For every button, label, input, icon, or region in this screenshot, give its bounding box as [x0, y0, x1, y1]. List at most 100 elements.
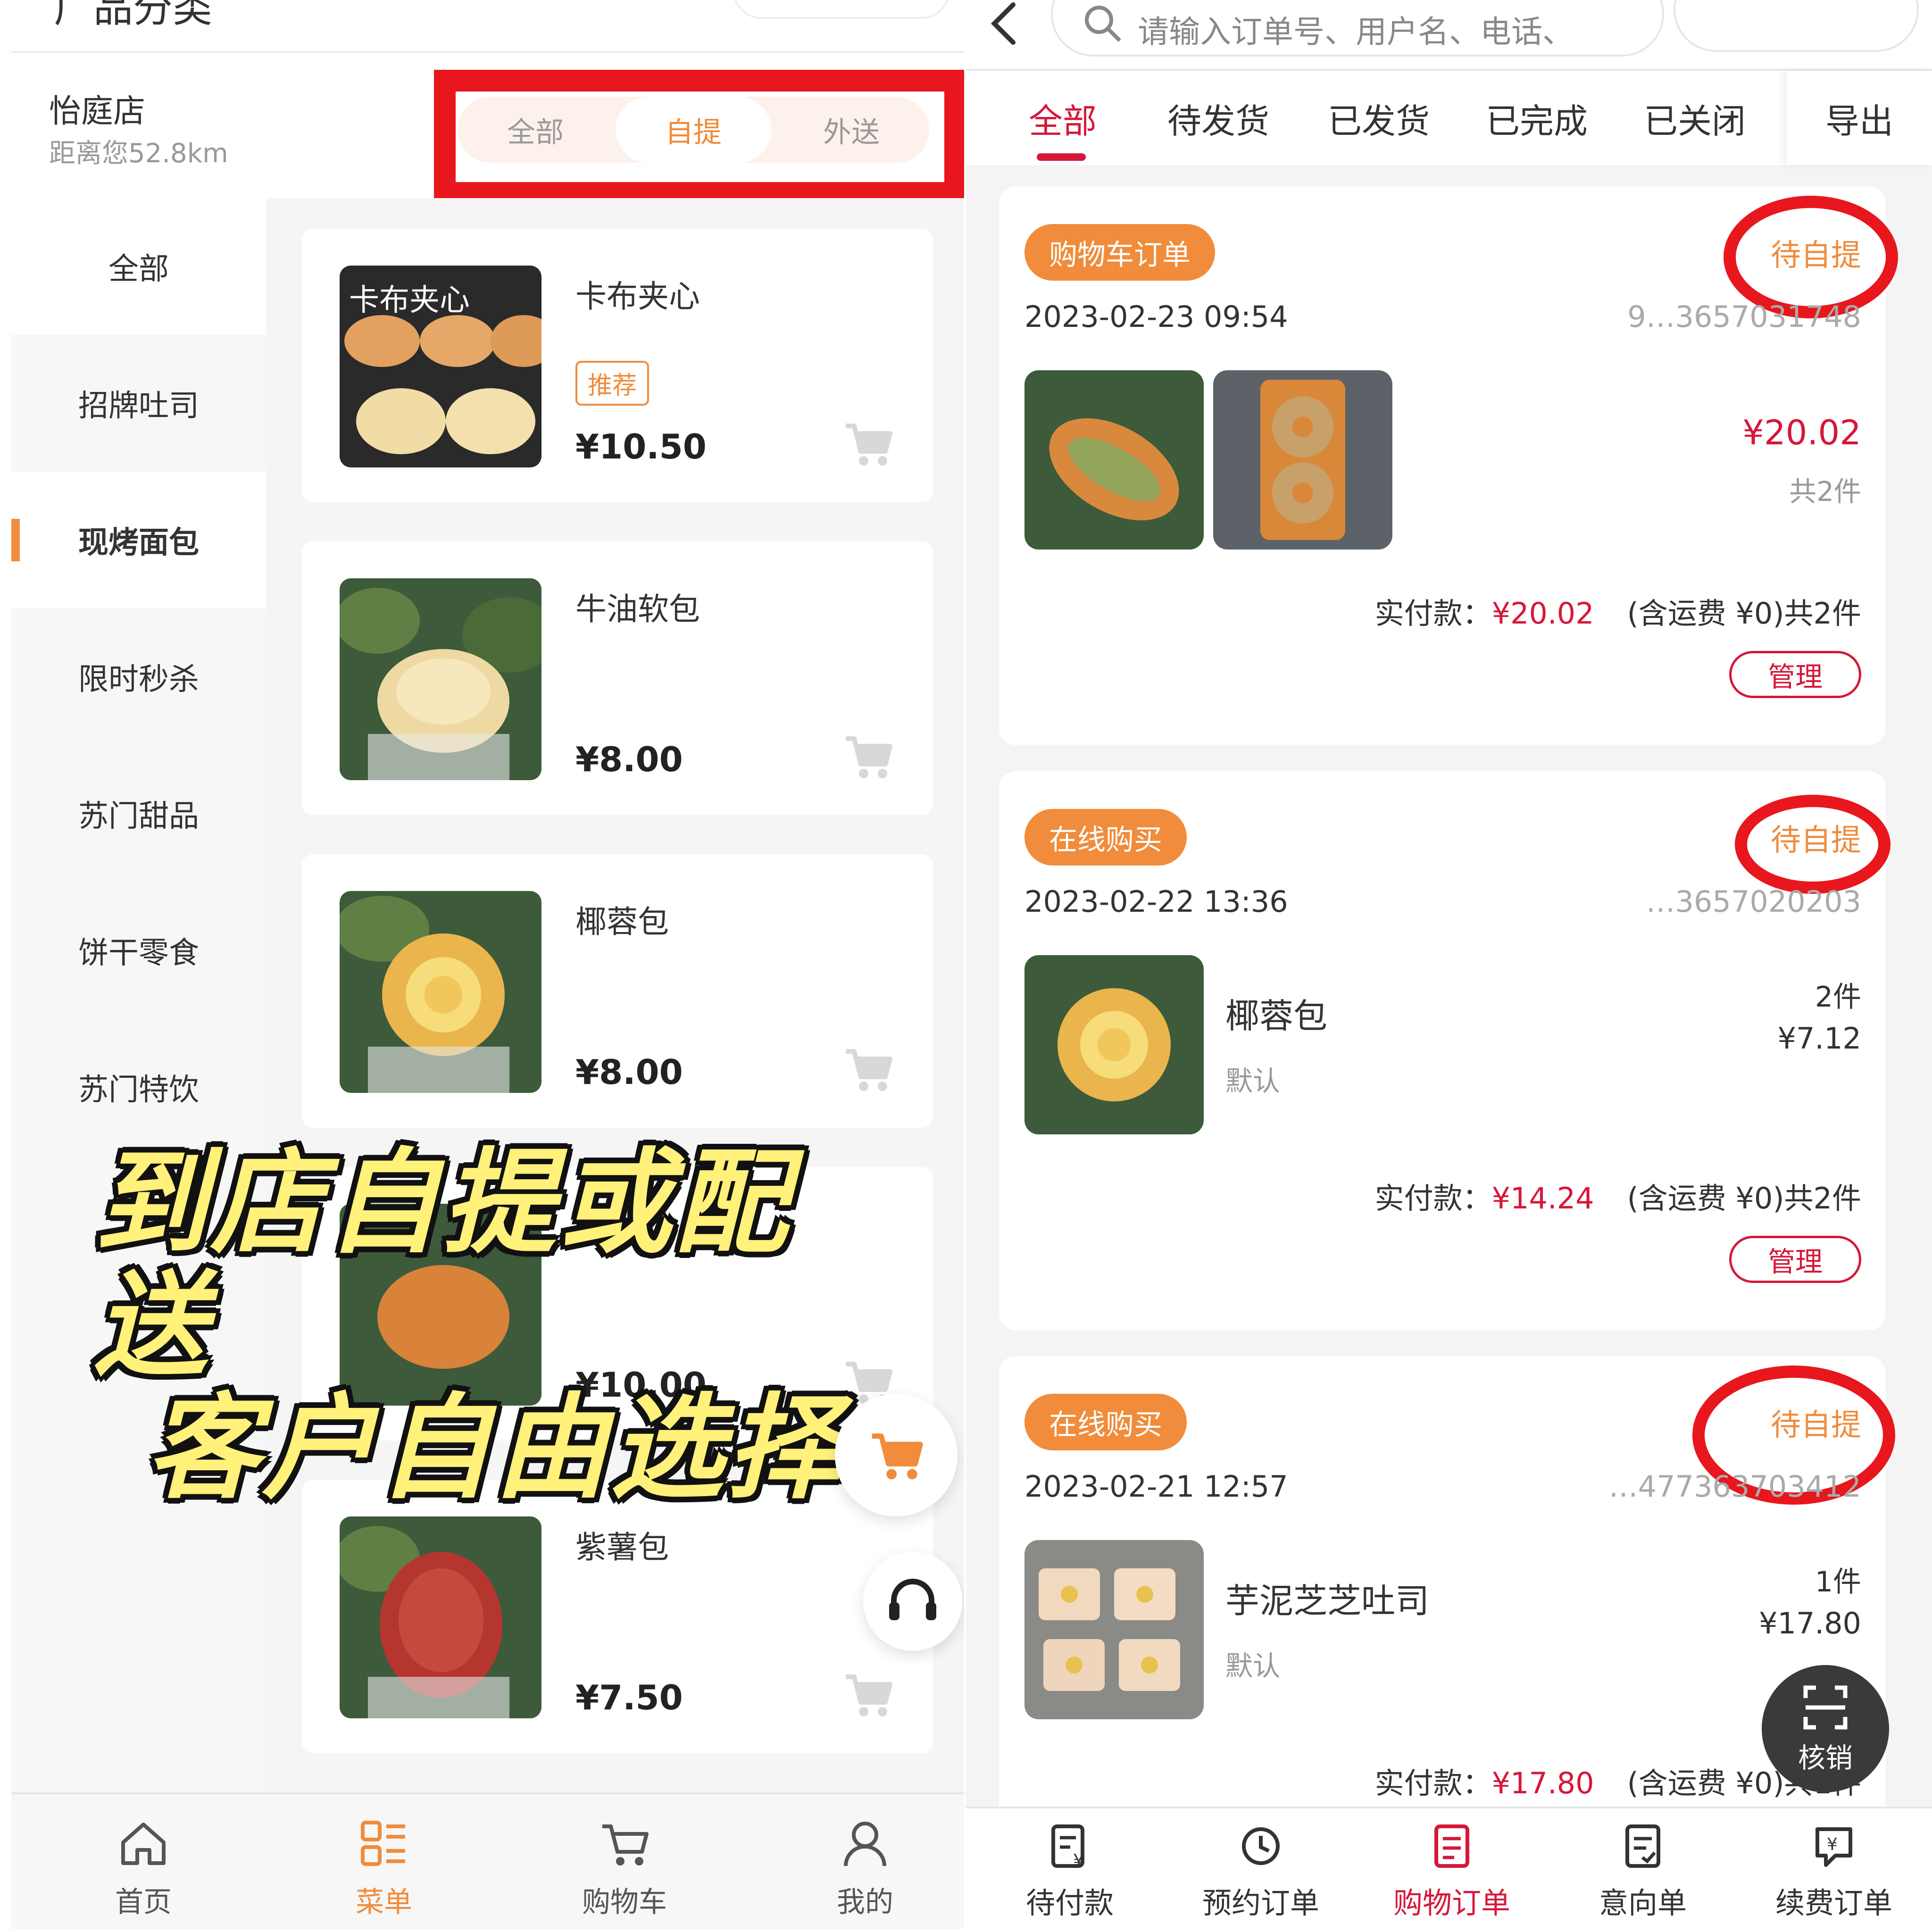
home-icon — [121, 1823, 166, 1865]
paid-label: 实付款： — [1374, 596, 1492, 631]
tab-label: 我的 — [837, 1886, 893, 1919]
verify-label: 核销 — [1798, 1742, 1853, 1774]
product-card[interactable]: 紫薯包 ¥7.50 — [302, 1480, 933, 1753]
store-name: 怡庭店 — [49, 93, 146, 130]
pending-payment-icon: ¥ — [1051, 1824, 1084, 1870]
svg-text:卡布夹心: 卡布夹心 — [349, 283, 470, 318]
intent-icon — [1625, 1824, 1660, 1868]
tab-pending-shipment[interactable]: 待发货 — [1155, 71, 1282, 165]
add-to-cart-icon[interactable] — [842, 730, 894, 782]
paid-summary: 实付款：¥20.02 (含运费 ¥0)共2件 — [1375, 590, 1861, 632]
order-card[interactable]: 购物车订单 待自提 2023-02-23 09:54 9…3657031748 … — [999, 186, 1898, 745]
search-placeholder: 请输入订单号、用户名、电话、 — [1138, 14, 1574, 50]
order-item-spec: 默认 — [1225, 1650, 1281, 1682]
order-item-quantity: 1件 — [1815, 1566, 1861, 1599]
recommend-badge: 推荐 — [575, 361, 650, 406]
category-sidebar: 全部 招牌吐司 现烤面包 限时秒杀 苏门甜品 饼干零食 苏门特饮 — [11, 198, 266, 1792]
headset-icon — [889, 1579, 936, 1620]
order-item-image — [1024, 955, 1204, 1134]
floating-cart-button[interactable] — [835, 1394, 958, 1516]
order-card[interactable]: 在线购买 待自提 2023-02-21 12:57 …477363703412 … — [999, 1356, 1895, 1875]
product-card[interactable]: 牛油软包 ¥8.00 — [302, 541, 933, 815]
category-snacks[interactable]: 饼干零食 — [11, 882, 266, 1019]
tab-closed[interactable]: 已关闭 — [1631, 71, 1758, 165]
category-label: 现烤面包 — [78, 525, 199, 560]
tab-label: 首页 — [115, 1886, 172, 1919]
product-image — [340, 1516, 541, 1718]
back-arrow-icon[interactable] — [985, 0, 1023, 52]
tab-profile[interactable]: 我的 — [794, 1813, 936, 1922]
left-panel-menu-page: 广品分类 怡庭店 距离您52.8km 全部 自提 外送 全部 招牌吐司 现烤面包… — [0, 0, 966, 1932]
tab-reservations[interactable]: 预约订单 — [1181, 1823, 1341, 1926]
order-header: 请输入订单号、用户名、电话、 — [966, 0, 1932, 71]
manage-button[interactable]: 管理 — [1729, 1236, 1861, 1283]
category-signature-toast[interactable]: 招牌吐司 — [11, 335, 266, 472]
product-card[interactable]: 椰蓉包 ¥8.00 — [302, 854, 933, 1128]
tab-shipped[interactable]: 已发货 — [1315, 71, 1442, 165]
customer-service-button[interactable] — [863, 1552, 962, 1651]
add-to-cart-icon[interactable] — [842, 1668, 894, 1720]
order-type-badge: 在线购买 — [1024, 1394, 1187, 1450]
promo-line-2: 客户自由选择 — [146, 1382, 843, 1514]
search-icon — [1085, 6, 1121, 42]
tab-home[interactable]: 首页 — [73, 1813, 214, 1922]
product-image — [340, 891, 541, 1093]
svg-text:¥: ¥ — [1073, 1850, 1084, 1870]
order-item-name: 椰蓉包 — [1225, 996, 1328, 1036]
paid-label: 实付款： — [1374, 1181, 1492, 1216]
product-card[interactable]: 卡布夹心 卡布夹心 推荐 ¥10.50 — [302, 229, 933, 502]
verify-button[interactable]: 核销 — [1762, 1665, 1889, 1792]
tab-label: 续费订单 — [1775, 1886, 1892, 1920]
order-item-image — [1024, 1540, 1204, 1719]
product-name: 椰蓉包 — [575, 904, 669, 940]
tab-pending-payment[interactable]: ¥ 待付款 — [990, 1823, 1150, 1926]
category-drinks[interactable]: 苏门特饮 — [11, 1019, 266, 1156]
order-card[interactable]: 在线购买 待自提 2023-02-22 13:36 …3657020203 椰蓉… — [999, 771, 1890, 1330]
order-number: …477363703412 — [1608, 1469, 1861, 1504]
order-item-image — [1024, 370, 1204, 550]
order-search-input[interactable]: 请输入订单号、用户名、电话、 — [1051, 0, 1664, 57]
header-search-box[interactable] — [733, 0, 950, 19]
order-type-badge: 在线购买 — [1024, 809, 1187, 866]
order-item-count: 共2件 — [1789, 475, 1861, 508]
product-price: ¥8.00 — [575, 740, 683, 779]
tab-label: 预约订单 — [1202, 1886, 1319, 1920]
tab-all[interactable]: 全部 — [1018, 71, 1108, 165]
add-to-cart-icon[interactable] — [842, 417, 894, 469]
tab-completed[interactable]: 已完成 — [1473, 71, 1600, 165]
header-title: 广品分类 — [54, 0, 213, 31]
product-price: ¥10.50 — [575, 427, 707, 466]
product-price: ¥8.00 — [575, 1052, 683, 1092]
svg-text:¥: ¥ — [1827, 1835, 1838, 1854]
tab-menu[interactable]: 菜单 — [313, 1813, 455, 1922]
tab-intent-orders[interactable]: 意向单 — [1563, 1823, 1723, 1926]
tab-renewal-orders[interactable]: ¥ 续费订单 — [1754, 1823, 1914, 1926]
category-all[interactable]: 全部 — [11, 198, 266, 335]
header-action-button[interactable] — [1674, 0, 1919, 52]
order-item-name: 芋泥芝芝吐司 — [1225, 1581, 1430, 1621]
cart-icon — [602, 1824, 649, 1865]
manage-button[interactable]: 管理 — [1729, 651, 1861, 698]
category-flash-sale[interactable]: 限时秒杀 — [11, 608, 266, 745]
export-button[interactable]: 导出 — [1787, 71, 1932, 165]
order-item-image — [1213, 370, 1392, 550]
tab-cart[interactable]: 购物车 — [554, 1813, 695, 1922]
user-icon — [844, 1822, 886, 1866]
highlight-circle — [1735, 795, 1890, 894]
active-tab-underline — [1037, 153, 1086, 161]
paid-summary: 实付款：¥14.24 (含运费 ¥0)共2件 — [1375, 1174, 1861, 1217]
order-item-quantity: 2件 — [1815, 981, 1861, 1014]
product-name: 卡布夹心 — [575, 278, 700, 315]
category-dessert[interactable]: 苏门甜品 — [11, 745, 266, 882]
category-fresh-bread[interactable]: 现烤面包 — [11, 472, 266, 608]
right-panel-orders-page: 请输入订单号、用户名、电话、 全部 待发货 已发货 已完成 已关闭 导出 购物车… — [966, 0, 1932, 1932]
clock-icon — [1242, 1827, 1280, 1865]
order-item-price: ¥7.12 — [1777, 1021, 1862, 1056]
tab-shopping-orders[interactable]: 购物订单 — [1372, 1823, 1532, 1926]
product-name: 牛油软包 — [575, 591, 700, 627]
paid-amount: ¥17.80 — [1491, 1766, 1594, 1800]
order-datetime: 2023-02-21 12:57 — [1024, 1469, 1288, 1504]
add-to-cart-icon[interactable] — [842, 1043, 894, 1095]
tab-label: 意向单 — [1599, 1886, 1687, 1920]
store-distance: 距离您52.8km — [49, 138, 228, 169]
